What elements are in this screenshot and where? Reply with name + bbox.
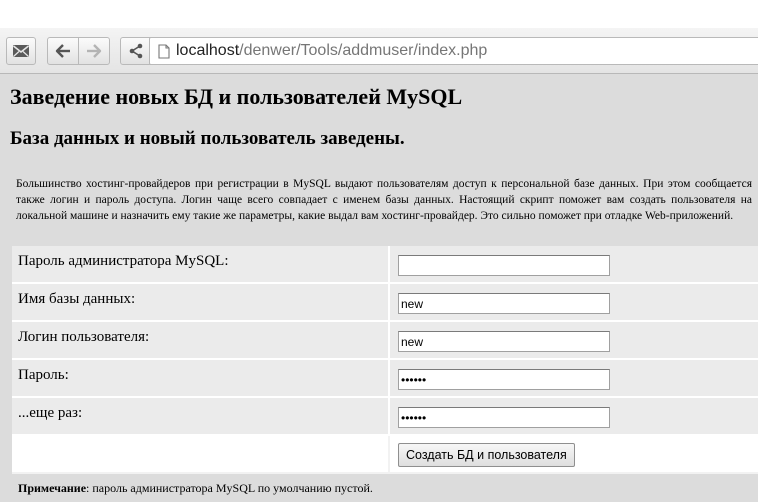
form-row-password: Пароль: •••••• (12, 360, 758, 398)
footnote-label: Примечание (18, 481, 87, 495)
page-title: Заведение новых БД и пользователей MySQL (10, 84, 463, 109)
intro-paragraph: Большинство хостинг-провайдеров при реги… (16, 178, 752, 222)
password-input[interactable]: •••••• (398, 369, 610, 390)
form-row-admin-password: Пароль администратора MySQL: (12, 246, 758, 284)
back-arrow-icon (55, 44, 71, 58)
mail-icon (12, 44, 30, 58)
url-path: /denwer/Tools/addmuser/index.php (239, 42, 488, 59)
create-db-user-button[interactable]: Создать БД и пользователя (398, 443, 575, 467)
status-heading: База данных и новый пользователь заведен… (10, 128, 405, 149)
user-login-input[interactable]: new (398, 331, 610, 352)
page-icon (158, 43, 170, 59)
form-row-database-name: Имя базы данных: new (12, 284, 758, 322)
database-name-label: Имя базы данных: (18, 291, 136, 307)
url-host: localhost (176, 42, 240, 59)
form-row-user-login: Логин пользователя: new (12, 322, 758, 360)
user-form: Пароль администратора MySQL: Имя базы да… (12, 246, 758, 474)
password-repeat-input[interactable]: •••••• (398, 407, 610, 428)
footnote-text: : пароль администратора MySQL по умолчан… (86, 481, 373, 495)
admin-password-input[interactable] (398, 255, 610, 276)
window-top-strip (0, 0, 758, 28)
share-icon (128, 43, 144, 59)
form-row-submit: Создать БД и пользователя (12, 436, 758, 474)
share-button[interactable] (120, 37, 152, 65)
footnote: Примечание: пароль администратора MySQL … (18, 481, 373, 496)
address-bar[interactable]: localhost/denwer/Tools/addmuser/index.ph… (149, 37, 758, 65)
password-repeat-label: ...еще раз: (18, 405, 83, 421)
forward-arrow-icon (86, 44, 102, 58)
password-label: Пароль: (18, 367, 69, 383)
admin-password-label: Пароль администратора MySQL: (18, 253, 229, 269)
browser-toolbar: localhost/denwer/Tools/addmuser/index.ph… (0, 28, 758, 74)
form-row-password-repeat: ...еще раз: •••••• (12, 398, 758, 436)
user-login-label: Логин пользователя: (18, 329, 150, 345)
database-name-input[interactable]: new (398, 293, 610, 314)
back-button[interactable] (47, 37, 79, 65)
forward-button[interactable] (78, 37, 110, 65)
mail-button[interactable] (6, 37, 36, 65)
